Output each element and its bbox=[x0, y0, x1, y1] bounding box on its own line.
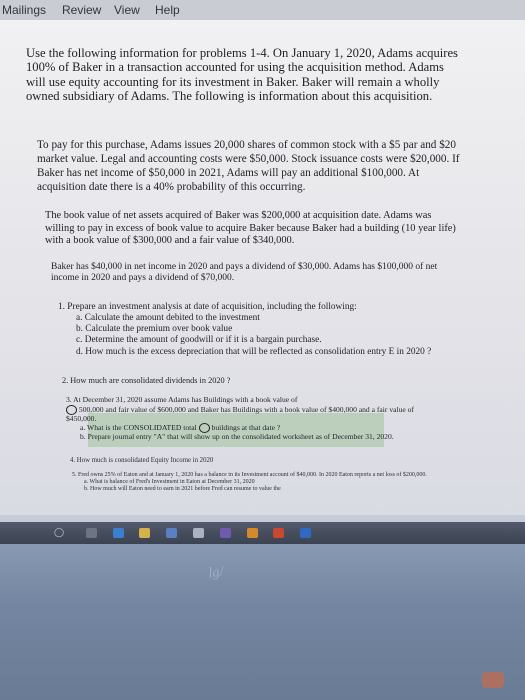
question-3: 3. At December 31, 2020 assume Adams has… bbox=[66, 395, 446, 442]
task-view-icon[interactable] bbox=[86, 528, 97, 538]
question-3-stem-cont: 500,000 and fair value of $600,000 and B… bbox=[66, 404, 415, 423]
ribbon-menu-bar: Mailings Review View Help bbox=[0, 0, 525, 20]
question-5b: b. How much will Eaton need to earn in 2… bbox=[84, 485, 281, 492]
dollar-app-icon[interactable] bbox=[247, 528, 258, 538]
start-circle-icon[interactable]: ◯ bbox=[54, 527, 64, 538]
mail-icon[interactable] bbox=[193, 528, 204, 538]
question-5a: a. What is balance of Fred's Investment … bbox=[84, 478, 255, 485]
net-income-paragraph: Baker has $40,000 in net income in 2020 … bbox=[51, 262, 438, 284]
app-icon[interactable] bbox=[220, 528, 231, 538]
question-5: 5. Fred owns 25% of Eaton and at January… bbox=[72, 472, 452, 493]
document-page: Use the following information for proble… bbox=[0, 20, 525, 515]
book-value-paragraph: The book value of net assets acquired of… bbox=[45, 210, 456, 247]
intro-paragraph: Use the following information for proble… bbox=[26, 46, 458, 104]
edge-browser-icon[interactable] bbox=[113, 528, 124, 538]
question-4: 4. How much is consolidated Equity Incom… bbox=[70, 457, 214, 464]
question-1a: a. Calculate the amount debited to the i… bbox=[76, 313, 260, 324]
question-3a-cont: buildings at that date ? bbox=[211, 423, 281, 433]
menu-mailings[interactable]: Mailings bbox=[2, 3, 46, 17]
menu-help[interactable]: Help bbox=[155, 3, 180, 17]
office-app-icon[interactable] bbox=[273, 528, 284, 538]
sticker-icon bbox=[482, 672, 504, 688]
question-1d: d. How much is the excess depreciation t… bbox=[76, 346, 432, 357]
word-app-icon[interactable] bbox=[300, 528, 311, 538]
file-explorer-icon[interactable] bbox=[139, 528, 150, 538]
taskbar: ◯ bbox=[0, 522, 525, 544]
menu-review[interactable]: Review bbox=[62, 3, 101, 17]
question-1: 1. Prepare an investment analysis at dat… bbox=[58, 302, 458, 358]
menu-view[interactable]: View bbox=[114, 3, 140, 17]
purchase-paragraph: To pay for this purchase, Adams issues 2… bbox=[37, 139, 460, 193]
question-3b: b. Prepare journal entry "A" that will s… bbox=[80, 432, 394, 442]
question-3a: a. What is the CONSOLIDATED total bbox=[80, 423, 197, 433]
question-3-stem: 3. At December 31, 2020 assume Adams has… bbox=[66, 395, 298, 404]
question-1-stem: 1. Prepare an investment analysis at dat… bbox=[58, 302, 357, 312]
question-2: 2. How much are consolidated dividends i… bbox=[62, 376, 231, 385]
question-5-stem: 5. Fred owns 25% of Eaton and at January… bbox=[72, 472, 427, 478]
store-icon[interactable] bbox=[166, 528, 177, 538]
question-1b: b. Calculate the premium over book value bbox=[76, 324, 233, 335]
question-1c: c. Determine the amount of goodwill or i… bbox=[76, 335, 322, 346]
laptop-screen: Mailings Review View Help Use the follow… bbox=[0, 0, 525, 535]
